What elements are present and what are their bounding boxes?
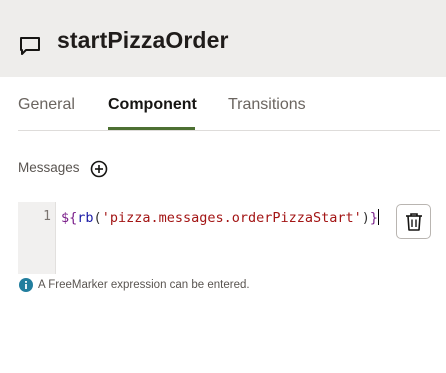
tab-transitions[interactable]: Transitions [228,96,306,114]
trash-icon [405,212,422,231]
hint-message: A FreeMarker expression can be entered. [19,278,250,292]
tab-divider [18,130,440,131]
delete-message-button[interactable] [396,204,431,239]
token-paren-open: ( [93,210,102,226]
code-editor[interactable]: 1 ${rb('pizza.messages.orderPizzaStart')… [18,202,391,274]
token-dollar: $ [61,210,70,226]
page-header: startPizzaOrder [0,0,446,77]
hint-text: A FreeMarker expression can be entered. [38,279,250,291]
line-number: 1 [43,209,51,224]
tab-component[interactable]: Component [108,96,197,114]
token-function: rb [77,210,94,226]
tab-general[interactable]: General [18,96,75,114]
token-string: 'pizza.messages.orderPizzaStart' [101,210,362,226]
code-line[interactable]: ${rb('pizza.messages.orderPizzaStart')} [61,209,391,228]
chat-bubble-icon [20,37,40,55]
tab-bar: General Component Transitions [18,93,440,131]
page-title: startPizzaOrder [57,27,229,53]
info-icon [19,278,33,292]
messages-label: Messages [18,160,80,175]
token-paren-close: ) [361,210,370,226]
plus-circle-icon[interactable] [90,160,108,178]
messages-row: Messages [18,160,108,178]
editor-gutter: 1 [18,202,56,274]
text-caret [378,209,380,225]
token-brace-close: } [369,210,379,226]
